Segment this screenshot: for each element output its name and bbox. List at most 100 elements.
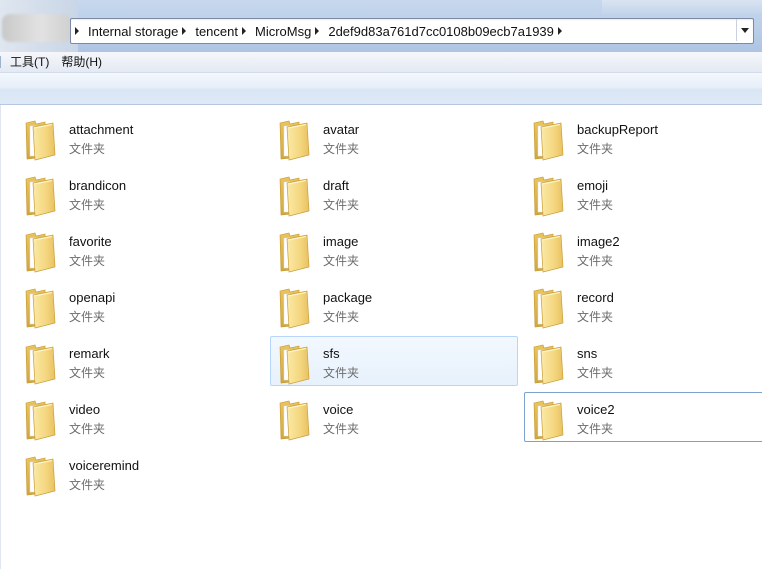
folder-name[interactable]: package	[323, 290, 372, 305]
folder-icon[interactable]	[531, 229, 565, 273]
folder-name[interactable]: sns	[577, 346, 597, 361]
title-bar: Internal storage tencent MicroMsg 2def9d…	[0, 0, 762, 52]
folder-type: 文件夹	[69, 254, 106, 268]
folder-name[interactable]: openapi	[69, 290, 115, 305]
folder-name[interactable]: voiceremind	[69, 458, 139, 473]
folder-item[interactable]: emoji 文件夹	[524, 168, 762, 218]
folder-icon[interactable]	[277, 117, 311, 161]
folder-name[interactable]: image2	[577, 234, 620, 249]
chevron-right-icon[interactable]	[75, 27, 79, 35]
chevron-right-icon[interactable]	[242, 27, 246, 35]
folder-icon[interactable]	[23, 341, 57, 385]
folder-item[interactable]: voice 文件夹	[270, 392, 518, 442]
folder-type: 文件夹	[323, 310, 360, 324]
folder-item[interactable]: voice2 文件夹	[524, 392, 762, 442]
folder-name[interactable]: voice	[323, 402, 353, 417]
folder-item[interactable]: backupReport 文件夹	[524, 112, 762, 162]
folder-icon[interactable]	[23, 285, 57, 329]
folder-name[interactable]: draft	[323, 178, 349, 193]
folder-item[interactable]: sfs 文件夹	[270, 336, 518, 386]
folder-icon[interactable]	[23, 229, 57, 273]
folder-type: 文件夹	[577, 422, 614, 436]
folder-name[interactable]: avatar	[323, 122, 359, 137]
breadcrumb-item[interactable]: Internal storage	[71, 20, 178, 42]
folder-icon[interactable]	[277, 285, 311, 329]
folder-item[interactable]: remark 文件夹	[16, 336, 264, 386]
folder-type: 文件夹	[577, 310, 614, 324]
command-bar	[0, 73, 762, 105]
window-chrome	[602, 0, 762, 14]
folder-icon[interactable]	[23, 173, 57, 217]
folder-icon[interactable]	[277, 173, 311, 217]
folder-item[interactable]: voiceremind 文件夹	[16, 448, 264, 498]
folder-item[interactable]: draft 文件夹	[270, 168, 518, 218]
chevron-right-icon[interactable]	[315, 27, 320, 35]
folder-type: 文件夹	[577, 198, 614, 212]
breadcrumb-label[interactable]: MicroMsg	[255, 24, 311, 39]
folder-item[interactable]: record 文件夹	[524, 280, 762, 330]
folder-name[interactable]: backupReport	[577, 122, 658, 137]
chevron-down-icon[interactable]	[741, 27, 749, 33]
breadcrumb-label[interactable]: tencent	[195, 24, 238, 39]
folder-item[interactable]: image 文件夹	[270, 224, 518, 274]
folder-item[interactable]: favorite 文件夹	[16, 224, 264, 274]
breadcrumb-item[interactable]: MicroMsg	[238, 20, 311, 42]
folder-type: 文件夹	[69, 478, 106, 492]
folder-icon[interactable]	[277, 229, 311, 273]
folder-item[interactable]: attachment 文件夹	[16, 112, 264, 162]
folder-item[interactable]: package 文件夹	[270, 280, 518, 330]
folder-icon[interactable]	[23, 117, 57, 161]
folder-name[interactable]: remark	[69, 346, 109, 361]
folder-view[interactable]: attachment 文件夹 avatar 文件夹 backupReport 文件夹 bra…	[0, 105, 762, 569]
folder-name[interactable]: voice2	[577, 402, 615, 417]
folder-icon[interactable]	[531, 117, 565, 161]
folder-item[interactable]: openapi 文件夹	[16, 280, 264, 330]
folder-type: 文件夹	[69, 310, 106, 324]
folder-type: 文件夹	[69, 142, 106, 156]
folder-icon[interactable]	[531, 397, 565, 441]
folder-name[interactable]: favorite	[69, 234, 112, 249]
folder-icon[interactable]	[531, 173, 565, 217]
address-dropdown-button[interactable]	[736, 19, 753, 41]
folder-type: 文件夹	[323, 422, 360, 436]
folder-item[interactable]: sns 文件夹	[524, 336, 762, 386]
folder-type: 文件夹	[577, 254, 614, 268]
blurred-nav-buttons	[2, 14, 72, 42]
folder-icon[interactable]	[531, 285, 565, 329]
menu-tools[interactable]: 工具(T)	[4, 52, 55, 72]
menu-bar: 工具(T) 帮助(H)	[0, 52, 762, 73]
folder-item[interactable]: video 文件夹	[16, 392, 264, 442]
folder-name[interactable]: brandicon	[69, 178, 126, 193]
folder-type: 文件夹	[69, 422, 106, 436]
menu-help[interactable]: 帮助(H)	[55, 52, 108, 72]
breadcrumb-label[interactable]: Internal storage	[88, 24, 178, 39]
folder-type: 文件夹	[577, 142, 614, 156]
folder-type: 文件夹	[323, 366, 360, 380]
folder-type: 文件夹	[69, 366, 106, 380]
folder-icon[interactable]	[23, 397, 57, 441]
folder-item[interactable]: brandicon 文件夹	[16, 168, 264, 218]
folder-icon[interactable]	[277, 397, 311, 441]
folder-name[interactable]: image	[323, 234, 358, 249]
folder-type: 文件夹	[323, 142, 360, 156]
breadcrumb-item[interactable]: tencent	[178, 20, 238, 42]
breadcrumb-label[interactable]: 2def9d83a761d7cc0108b09ecb7a1939	[328, 24, 554, 39]
folder-item[interactable]: image2 文件夹	[524, 224, 762, 274]
folder-icon[interactable]	[23, 453, 57, 497]
folder-type: 文件夹	[577, 366, 614, 380]
chevron-right-icon[interactable]	[557, 27, 562, 35]
folder-name[interactable]: attachment	[69, 122, 133, 137]
pane-divider	[0, 105, 1, 569]
folder-name[interactable]: sfs	[323, 346, 340, 361]
folder-name[interactable]: video	[69, 402, 100, 417]
address-bar[interactable]: Internal storage tencent MicroMsg 2def9d…	[70, 18, 754, 44]
chevron-right-icon[interactable]	[182, 27, 187, 35]
folder-name[interactable]: emoji	[577, 178, 608, 193]
folder-type: 文件夹	[323, 198, 360, 212]
folder-icon[interactable]	[531, 341, 565, 385]
folder-item[interactable]: avatar 文件夹	[270, 112, 518, 162]
folder-icon[interactable]	[277, 341, 311, 385]
breadcrumb-item[interactable]: 2def9d83a761d7cc0108b09ecb7a1939	[311, 20, 571, 42]
folder-type: 文件夹	[323, 254, 360, 268]
folder-name[interactable]: record	[577, 290, 614, 305]
